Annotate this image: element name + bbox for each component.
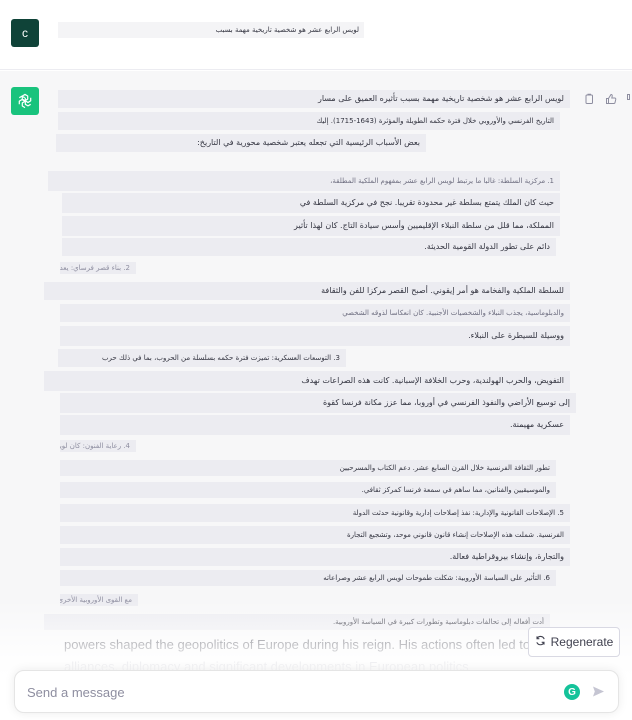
response-line: والدبلوماسية، يجذب النبلاء والشخصيات الأ… — [60, 304, 570, 322]
response-line: التفويض، والحرب الهولندية، وحرب الخلافة … — [44, 371, 570, 391]
response-line: حيث كان الملك يتمتع بسلطة غير محدودة تقر… — [62, 193, 560, 213]
response-line: 5. الإصلاحات القانونية والإدارية: نفذ إص… — [60, 504, 570, 522]
response-line: مع القوى الأوروبية الأخرى — [60, 594, 138, 606]
send-button[interactable] — [590, 684, 606, 700]
chatgpt-logo-icon — [11, 87, 39, 115]
response-line: التاريخ الفرنسي والأوروبي خلال فترة حكمه… — [58, 112, 560, 130]
thumbs-up-icon[interactable] — [605, 90, 617, 104]
response-line: ووسيلة للسيطرة على النبلاء. — [60, 326, 570, 346]
response-line: لويس الرابع عشر هو شخصية تاريخية مهمة بس… — [58, 90, 570, 108]
send-icon — [592, 683, 605, 702]
response-line: المملكة، مما قلل من سلطة النبلاء الإقليم… — [62, 216, 560, 236]
response-line: للسلطة الملكية والفخامة هو أمر إيقوني. أ… — [44, 282, 570, 300]
message-composer: G — [14, 670, 619, 713]
response-line: والتجارة، وإنشاء بيروقراطية فعالة. — [60, 548, 570, 566]
response-line: بعض الأسباب الرئيسية التي تجعله يعتبر شخ… — [56, 134, 426, 152]
response-line: أدت أفعاله إلى تحالفات دبلوماسية وتطورات… — [44, 614, 550, 630]
refresh-icon — [535, 635, 546, 649]
response-line: عسكرية مهيمنة. — [60, 415, 570, 435]
user-message-text: لويس الرابع عشر هو شخصية تاريخية مهمة بس… — [58, 22, 364, 38]
response-english-line: powers shaped the geopolitics of Europe … — [64, 637, 548, 652]
regenerate-label: Regenerate — [550, 635, 614, 649]
response-line: إلى توسيع الأراضي والنفوذ الفرنسي في أور… — [60, 393, 576, 413]
regenerate-button[interactable]: Regenerate — [528, 627, 620, 657]
grammarly-icon[interactable]: G — [564, 684, 580, 700]
response-line: 2. بناء قصر فرساي: يعد قصر فرساي رمزا — [60, 262, 136, 274]
response-line: 6. التأثير على السياسة الأوروبية: شكلت ط… — [60, 570, 556, 586]
thumbs-down-icon[interactable] — [626, 90, 632, 104]
response-line: دائم على تطور الدولة القومية الحديثة. — [62, 238, 556, 256]
message-input[interactable] — [27, 681, 527, 703]
response-line: 1. مركزية السلطة: غالبا ما يرتبط لويس ال… — [48, 171, 560, 191]
response-line: 3. التوسعات العسكرية: تميزت فترة حكمه بس… — [58, 349, 346, 367]
user-avatar: c — [11, 19, 39, 47]
user-message-row: c لويس الرابع عشر هو شخصية تاريخية مهمة … — [0, 0, 632, 70]
response-line: 4. رعاية الفنون: كان لويس — [60, 440, 136, 452]
response-line: الفرنسية. شملت هذه الإصلاحات إنشاء قانون… — [60, 526, 570, 544]
response-line: والموسيقيين والفنانين، مما ساهم في سمعة … — [60, 482, 556, 498]
copy-icon[interactable] — [583, 90, 595, 104]
response-line: تطور الثقافة الفرنسية خلال القرن السابع … — [60, 460, 556, 476]
